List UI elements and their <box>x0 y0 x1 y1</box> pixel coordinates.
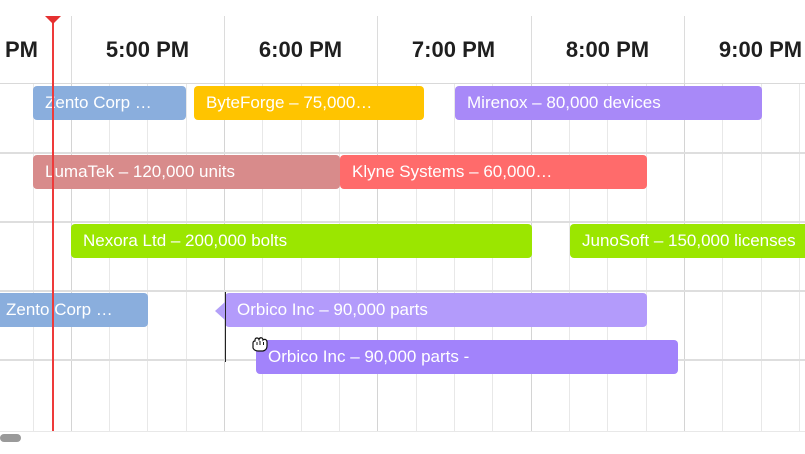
triangle-down-icon <box>45 16 61 24</box>
drop-position-guide <box>225 292 226 362</box>
event-bar[interactable]: Zento Corp … <box>0 293 148 327</box>
event-bar-drag-ghost[interactable]: Orbico Inc – 90,000 parts - <box>256 340 678 374</box>
grid-line <box>33 84 34 431</box>
event-bar[interactable]: Zento Corp … <box>33 86 186 120</box>
hour-label-9pm: 9:00 PM <box>718 36 803 62</box>
event-bar[interactable]: ByteForge – 75,000… <box>194 86 424 120</box>
row-divider <box>0 290 805 292</box>
event-bar[interactable]: Orbico Inc – 90,000 parts <box>225 293 647 327</box>
event-bar[interactable]: JunoSoft – 150,000 licenses <box>570 224 805 258</box>
current-time-line <box>52 16 54 431</box>
horizontal-scrollbar-thumb[interactable] <box>0 434 21 442</box>
row-divider <box>0 152 805 154</box>
event-bar[interactable]: LumaTek – 120,000 units <box>33 155 340 189</box>
event-bar[interactable]: Mirenox – 80,000 devices <box>455 86 762 120</box>
timeline-top-strip <box>0 0 805 17</box>
chevron-left-icon <box>215 302 225 320</box>
row-divider <box>0 221 805 223</box>
event-bar[interactable]: Klyne Systems – 60,000… <box>340 155 647 189</box>
grab-hand-icon <box>252 337 268 352</box>
hour-label-7pm: 7:00 PM <box>411 36 496 62</box>
horizontal-scrollbar-track[interactable] <box>0 431 805 454</box>
hour-label-8pm: 8:00 PM <box>565 36 650 62</box>
grid-line <box>531 84 532 431</box>
hour-label-5pm: 5:00 PM <box>105 36 190 62</box>
hour-label-6pm: 6:00 PM <box>258 36 343 62</box>
grid-line <box>569 84 570 431</box>
event-bar[interactable]: Nexora Ltd – 200,000 bolts <box>71 224 532 258</box>
grid-line <box>71 84 72 431</box>
